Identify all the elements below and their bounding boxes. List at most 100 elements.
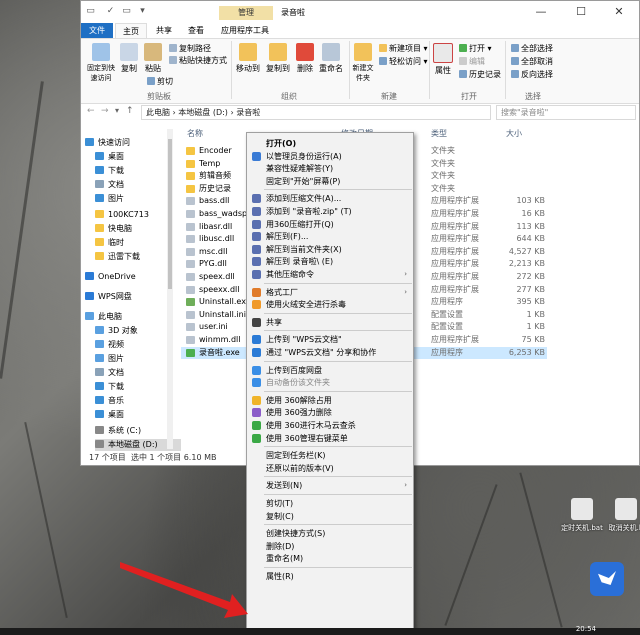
desktop-icon-cancel-shutdown[interactable]: 取消关机.b (606, 498, 640, 533)
forward-arrow-icon[interactable]: → (101, 106, 109, 116)
nav-item[interactable]: 文档 (95, 367, 124, 379)
menu-item[interactable]: 通过 "WPS云文档" 分享和协作 (247, 346, 413, 359)
select-all-button[interactable]: 全部选择 (511, 43, 553, 54)
back-arrow-icon[interactable]: ← (87, 106, 95, 116)
nav-item[interactable]: 桌面 (95, 409, 124, 421)
nav-scrollbar[interactable] (167, 129, 173, 449)
menu-item[interactable]: 使用 360管理右键菜单 (247, 432, 413, 445)
chevron-right-icon: › (404, 481, 407, 490)
tab-view[interactable]: 查看 (181, 23, 211, 38)
minimize-button[interactable]: — (521, 1, 561, 23)
column-size[interactable]: 大小 (506, 128, 522, 139)
new-folder-quick-icon[interactable]: ▭ (121, 6, 132, 17)
menu-item[interactable]: 创建快捷方式(S) (247, 527, 413, 540)
menu-item[interactable]: 使用 360解除占用 (247, 394, 413, 407)
maximize-button[interactable]: ☐ (561, 1, 601, 23)
menu-item[interactable]: 固定到任务栏(K) (247, 449, 413, 462)
column-name[interactable]: 名称 (187, 128, 203, 139)
invert-selection-button[interactable]: 反向选择 (511, 69, 553, 80)
tab-app-tools[interactable]: 应用程序工具 (215, 23, 275, 38)
menu-item[interactable]: 还原以前的版本(V) (247, 462, 413, 475)
nav-item[interactable]: 图片 (95, 193, 124, 205)
menu-item[interactable]: 解压到当前文件夹(X) (247, 243, 413, 256)
menu-item[interactable]: 添加到压缩文件(A)... (247, 192, 413, 205)
nav-item[interactable]: WPS网盘 (85, 291, 132, 303)
menu-item[interactable]: 解压到(F)... (247, 230, 413, 243)
column-type[interactable]: 类型 (431, 128, 447, 139)
nav-item[interactable]: 音乐 (95, 395, 124, 407)
nav-item[interactable]: 文档 (95, 179, 124, 191)
nav-item[interactable]: OneDrive (85, 271, 136, 283)
menu-item[interactable]: 添加到 "录音啦.zip" (T) (247, 205, 413, 218)
nav-scroll-thumb[interactable] (168, 139, 172, 289)
chevron-down-icon[interactable]: ▾ (115, 106, 119, 115)
quick-access-dropdown-icon[interactable]: ▾ (137, 6, 148, 17)
menu-item[interactable]: 共享 (247, 316, 413, 329)
menu-item[interactable]: 使用 360强力删除 (247, 406, 413, 419)
nav-item[interactable]: 下载 (95, 381, 124, 393)
menu-item[interactable]: 其他压缩命令 › (247, 268, 413, 281)
menu-item[interactable]: 使用 360进行木马云查杀 (247, 419, 413, 432)
menu-item[interactable]: 上传到百度网盘 (247, 364, 413, 377)
menu-item[interactable]: 用360压缩打开(Q) (247, 218, 413, 231)
nav-item[interactable]: 系统 (C:) (95, 425, 141, 437)
tab-share[interactable]: 共享 (149, 23, 179, 38)
edit-button[interactable]: 编辑 (459, 56, 485, 67)
history-button[interactable]: 历史记录 (459, 69, 501, 80)
menu-item[interactable]: 删除(D) (247, 540, 413, 553)
tab-file[interactable]: 文件 (81, 23, 113, 38)
nav-item[interactable]: 临时 (95, 237, 124, 249)
nav-item[interactable]: 3D 对象 (95, 325, 138, 337)
address-path[interactable]: 此电脑 › 本地磁盘 (D:) › 录音啦 (141, 105, 491, 120)
nav-item[interactable]: 迅雷下载 (95, 251, 140, 263)
file-type: 应用程序扩展 (431, 209, 479, 218)
open-button[interactable]: 打开 ▾ (459, 43, 492, 54)
move-to-button[interactable]: 移动到 (235, 43, 261, 74)
tab-home[interactable]: 主页 (115, 23, 147, 39)
menu-item[interactable]: 属性(R) (247, 570, 413, 583)
search-input[interactable]: 搜索"录音啦" (496, 105, 636, 120)
up-arrow-icon[interactable]: ↑ (126, 106, 134, 116)
menu-item[interactable]: 打开(O) (247, 137, 413, 150)
menu-item[interactable]: 复制(C) (247, 510, 413, 523)
delete-button[interactable]: 删除 (295, 43, 315, 74)
menu-item[interactable]: 兼容性疑难解答(Y) (247, 162, 413, 175)
menu-item[interactable]: 发送到(N) › (247, 479, 413, 492)
properties-quick-icon[interactable]: ✓ (105, 6, 116, 17)
desktop-icon-shutdown[interactable]: 定时关机.bat (560, 498, 604, 533)
nav-item[interactable]: 图片 (95, 353, 124, 365)
paste-shortcut-button[interactable]: 粘贴快捷方式 (169, 55, 227, 66)
new-folder-button[interactable]: 新建文件夹 (351, 43, 375, 83)
copy-path-button[interactable]: 复制路径 (169, 43, 211, 54)
menu-item[interactable]: 以管理员身份运行(A) (247, 150, 413, 163)
menu-item[interactable]: 重命名(M) (247, 552, 413, 565)
item-count: 17 个项目 (89, 453, 126, 462)
copy-to-button[interactable]: 复制到 (265, 43, 291, 74)
menu-item[interactable]: 使用火绒安全进行杀毒 (247, 298, 413, 311)
menu-item[interactable]: 剪切(T) (247, 497, 413, 510)
paste-button[interactable]: 粘贴 (143, 43, 163, 74)
nav-item[interactable]: 快速访问 (85, 137, 130, 149)
nav-item[interactable]: 此电脑 (85, 311, 122, 323)
bird-app-icon[interactable] (590, 562, 624, 596)
nav-item[interactable]: 桌面 (95, 151, 124, 163)
nav-item[interactable]: 下载 (95, 165, 124, 177)
menu-item[interactable]: 固定到"开始"屏幕(P) (247, 175, 413, 188)
menu-item[interactable]: 解压到 录音啦\ (E) (247, 255, 413, 268)
nav-item[interactable]: 快电脑 (95, 223, 132, 235)
manage-context-tab[interactable]: 管理 (219, 6, 273, 20)
easy-access-button[interactable]: 轻松访问 ▾ (379, 56, 428, 67)
pin-quick-access-button[interactable]: 固定到快速访问 (85, 43, 117, 83)
nav-item[interactable]: 视频 (95, 339, 124, 351)
copy-button[interactable]: 复制 (119, 43, 139, 74)
properties-button[interactable]: 属性 (433, 43, 453, 76)
cut-button[interactable]: 剪切 (147, 76, 173, 87)
new-item-button[interactable]: 新建项目 ▾ (379, 43, 428, 54)
select-none-button[interactable]: 全部取消 (511, 56, 553, 67)
rename-button[interactable]: 重命名 (317, 43, 345, 74)
menu-item[interactable]: 格式工厂 › (247, 286, 413, 299)
nav-item[interactable]: 100KC713 (95, 209, 149, 221)
menu-item[interactable]: 上传到 "WPS云文档" (247, 333, 413, 346)
menu-item[interactable]: 自动备份该文件夹 (247, 376, 413, 389)
close-button[interactable]: ✕ (599, 1, 639, 23)
